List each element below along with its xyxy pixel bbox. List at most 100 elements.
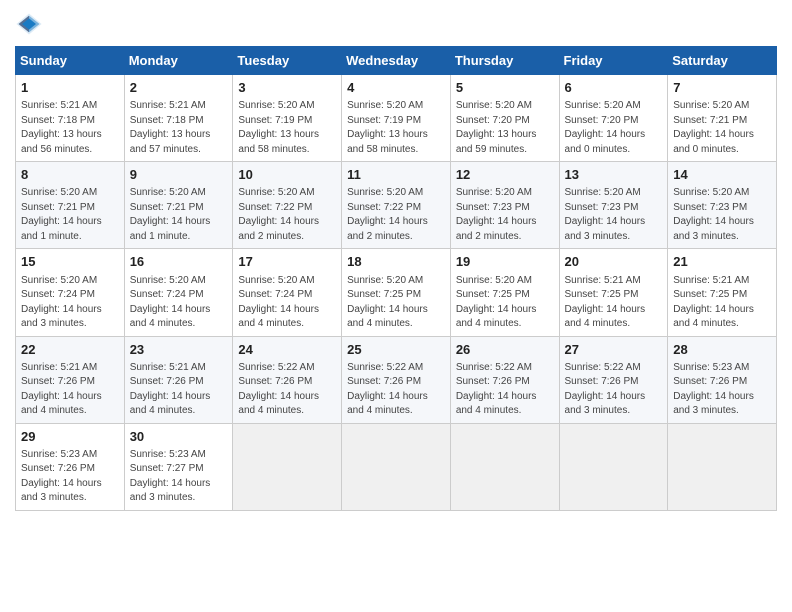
- calendar-cell: 9 Sunrise: 5:20 AM Sunset: 7:21 PM Daylig…: [124, 162, 233, 249]
- day-number: 18: [347, 253, 445, 271]
- day-info: Sunrise: 5:20 AM Sunset: 7:23 PM Dayligh…: [565, 186, 663, 244]
- day-number: 21: [673, 253, 771, 271]
- day-info: Sunrise: 5:23 AM Sunset: 7:27 PM Dayligh…: [130, 448, 228, 506]
- calendar-cell: 11 Sunrise: 5:20 AM Sunset: 7:22 PM Dayli…: [342, 162, 451, 249]
- calendar-cell: 22 Sunrise: 5:21 AM Sunset: 7:26 PM Dayli…: [16, 336, 125, 423]
- calendar-cell: [450, 423, 559, 510]
- day-number: 30: [130, 428, 228, 446]
- calendar-cell: 25 Sunrise: 5:22 AM Sunset: 7:26 PM Dayli…: [342, 336, 451, 423]
- calendar-week-1: 1 Sunrise: 5:21 AM Sunset: 7:18 PM Daylig…: [16, 75, 777, 162]
- day-number: 7: [673, 79, 771, 97]
- day-info: Sunrise: 5:20 AM Sunset: 7:24 PM Dayligh…: [238, 274, 336, 332]
- calendar-cell: 27Sunrise: 5:22 AM Sunset: 7:26 PM Dayli…: [559, 336, 668, 423]
- calendar-cell: [342, 423, 451, 510]
- day-number: 17: [238, 253, 336, 271]
- day-number: 26: [456, 341, 554, 359]
- calendar-cell: 18 Sunrise: 5:20 AM Sunset: 7:25 PM Dayli…: [342, 249, 451, 336]
- day-info: Sunrise: 5:21 AM Sunset: 7:18 PM Dayligh…: [21, 99, 119, 157]
- day-info: Sunrise: 5:20 AM Sunset: 7:23 PM Dayligh…: [673, 186, 771, 244]
- day-number: 2: [130, 79, 228, 97]
- day-number: 24: [238, 341, 336, 359]
- day-info: Sunrise: 5:21 AM Sunset: 7:25 PM Dayligh…: [673, 274, 771, 332]
- calendar-cell: [559, 423, 668, 510]
- calendar-header-tuesday: Tuesday: [233, 47, 342, 75]
- calendar-header-friday: Friday: [559, 47, 668, 75]
- day-number: 12: [456, 166, 554, 184]
- calendar-week-3: 15 Sunrise: 5:20 AM Sunset: 7:24 PM Dayli…: [16, 249, 777, 336]
- day-number: 4: [347, 79, 445, 97]
- day-info: Sunrise: 5:21 AM Sunset: 7:26 PM Dayligh…: [130, 361, 228, 419]
- day-info: Sunrise: 5:20 AM Sunset: 7:21 PM Dayligh…: [130, 186, 228, 244]
- day-number: 15: [21, 253, 119, 271]
- calendar-cell: 12 Sunrise: 5:20 AM Sunset: 7:23 PM Dayli…: [450, 162, 559, 249]
- calendar-cell: 14 Sunrise: 5:20 AM Sunset: 7:23 PM Dayli…: [668, 162, 777, 249]
- day-info: Sunrise: 5:20 AM Sunset: 7:23 PM Dayligh…: [456, 186, 554, 244]
- calendar-header-thursday: Thursday: [450, 47, 559, 75]
- calendar-cell: 28 Sunrise: 5:23 AM Sunset: 7:26 PM Dayli…: [668, 336, 777, 423]
- calendar-cell: 2 Sunrise: 5:21 AM Sunset: 7:18 PM Daylig…: [124, 75, 233, 162]
- day-info: Sunrise: 5:20 AM Sunset: 7:21 PM Dayligh…: [673, 99, 771, 157]
- day-number: 28: [673, 341, 771, 359]
- calendar-cell: 13 Sunrise: 5:20 AM Sunset: 7:23 PM Dayli…: [559, 162, 668, 249]
- calendar-cell: 7 Sunrise: 5:20 AM Sunset: 7:21 PM Daylig…: [668, 75, 777, 162]
- day-number: 10: [238, 166, 336, 184]
- calendar-cell: 24Sunrise: 5:22 AM Sunset: 7:26 PM Dayli…: [233, 336, 342, 423]
- calendar-cell: [668, 423, 777, 510]
- calendar-header-sunday: Sunday: [16, 47, 125, 75]
- calendar-header-row: SundayMondayTuesdayWednesdayThursdayFrid…: [16, 47, 777, 75]
- calendar-week-5: 29 Sunrise: 5:23 AM Sunset: 7:26 PM Dayli…: [16, 423, 777, 510]
- day-info: Sunrise: 5:20 AM Sunset: 7:22 PM Dayligh…: [238, 186, 336, 244]
- day-info: Sunrise: 5:20 AM Sunset: 7:19 PM Dayligh…: [238, 99, 336, 157]
- day-number: 16: [130, 253, 228, 271]
- calendar-cell: 17 Sunrise: 5:20 AM Sunset: 7:24 PM Dayli…: [233, 249, 342, 336]
- day-info: Sunrise: 5:20 AM Sunset: 7:20 PM Dayligh…: [456, 99, 554, 157]
- day-info: Sunrise: 5:22 AM Sunset: 7:26 PM Dayligh…: [456, 361, 554, 419]
- day-number: 19: [456, 253, 554, 271]
- day-number: 29: [21, 428, 119, 446]
- calendar-cell: 21 Sunrise: 5:21 AM Sunset: 7:25 PM Dayli…: [668, 249, 777, 336]
- calendar-cell: 6 Sunrise: 5:20 AM Sunset: 7:20 PM Daylig…: [559, 75, 668, 162]
- calendar-cell: 5Sunrise: 5:20 AM Sunset: 7:20 PM Daylig…: [450, 75, 559, 162]
- calendar-cell: 10 Sunrise: 5:20 AM Sunset: 7:22 PM Dayli…: [233, 162, 342, 249]
- day-info: Sunrise: 5:20 AM Sunset: 7:24 PM Dayligh…: [21, 274, 119, 332]
- day-number: 23: [130, 341, 228, 359]
- day-number: 1: [21, 79, 119, 97]
- day-number: 25: [347, 341, 445, 359]
- day-info: Sunrise: 5:22 AM Sunset: 7:26 PM Dayligh…: [347, 361, 445, 419]
- calendar-header-monday: Monday: [124, 47, 233, 75]
- day-number: 13: [565, 166, 663, 184]
- day-info: Sunrise: 5:20 AM Sunset: 7:19 PM Dayligh…: [347, 99, 445, 157]
- day-info: Sunrise: 5:20 AM Sunset: 7:24 PM Dayligh…: [130, 274, 228, 332]
- page: SundayMondayTuesdayWednesdayThursdayFrid…: [0, 0, 792, 612]
- day-number: 11: [347, 166, 445, 184]
- day-info: Sunrise: 5:23 AM Sunset: 7:26 PM Dayligh…: [673, 361, 771, 419]
- calendar-cell: 20Sunrise: 5:21 AM Sunset: 7:25 PM Dayli…: [559, 249, 668, 336]
- calendar: SundayMondayTuesdayWednesdayThursdayFrid…: [15, 46, 777, 511]
- day-info: Sunrise: 5:21 AM Sunset: 7:18 PM Dayligh…: [130, 99, 228, 157]
- day-info: Sunrise: 5:20 AM Sunset: 7:21 PM Dayligh…: [21, 186, 119, 244]
- day-number: 9: [130, 166, 228, 184]
- calendar-week-2: 8Sunrise: 5:20 AM Sunset: 7:21 PM Daylig…: [16, 162, 777, 249]
- day-number: 6: [565, 79, 663, 97]
- day-number: 14: [673, 166, 771, 184]
- calendar-cell: 23 Sunrise: 5:21 AM Sunset: 7:26 PM Dayli…: [124, 336, 233, 423]
- calendar-cell: 1 Sunrise: 5:21 AM Sunset: 7:18 PM Daylig…: [16, 75, 125, 162]
- day-info: Sunrise: 5:20 AM Sunset: 7:25 PM Dayligh…: [347, 274, 445, 332]
- calendar-cell: 26 Sunrise: 5:22 AM Sunset: 7:26 PM Dayli…: [450, 336, 559, 423]
- day-number: 3: [238, 79, 336, 97]
- calendar-cell: 16 Sunrise: 5:20 AM Sunset: 7:24 PM Dayli…: [124, 249, 233, 336]
- calendar-week-4: 22 Sunrise: 5:21 AM Sunset: 7:26 PM Dayli…: [16, 336, 777, 423]
- day-info: Sunrise: 5:23 AM Sunset: 7:26 PM Dayligh…: [21, 448, 119, 506]
- day-info: Sunrise: 5:21 AM Sunset: 7:26 PM Dayligh…: [21, 361, 119, 419]
- header: [15, 10, 777, 38]
- day-number: 22: [21, 341, 119, 359]
- calendar-cell: 29 Sunrise: 5:23 AM Sunset: 7:26 PM Dayli…: [16, 423, 125, 510]
- calendar-cell: 8Sunrise: 5:20 AM Sunset: 7:21 PM Daylig…: [16, 162, 125, 249]
- logo-icon: [15, 10, 43, 38]
- day-number: 27: [565, 341, 663, 359]
- calendar-cell: 15 Sunrise: 5:20 AM Sunset: 7:24 PM Dayli…: [16, 249, 125, 336]
- day-number: 20: [565, 253, 663, 271]
- day-info: Sunrise: 5:20 AM Sunset: 7:20 PM Dayligh…: [565, 99, 663, 157]
- day-info: Sunrise: 5:20 AM Sunset: 7:22 PM Dayligh…: [347, 186, 445, 244]
- calendar-cell: 19Sunrise: 5:20 AM Sunset: 7:25 PM Dayli…: [450, 249, 559, 336]
